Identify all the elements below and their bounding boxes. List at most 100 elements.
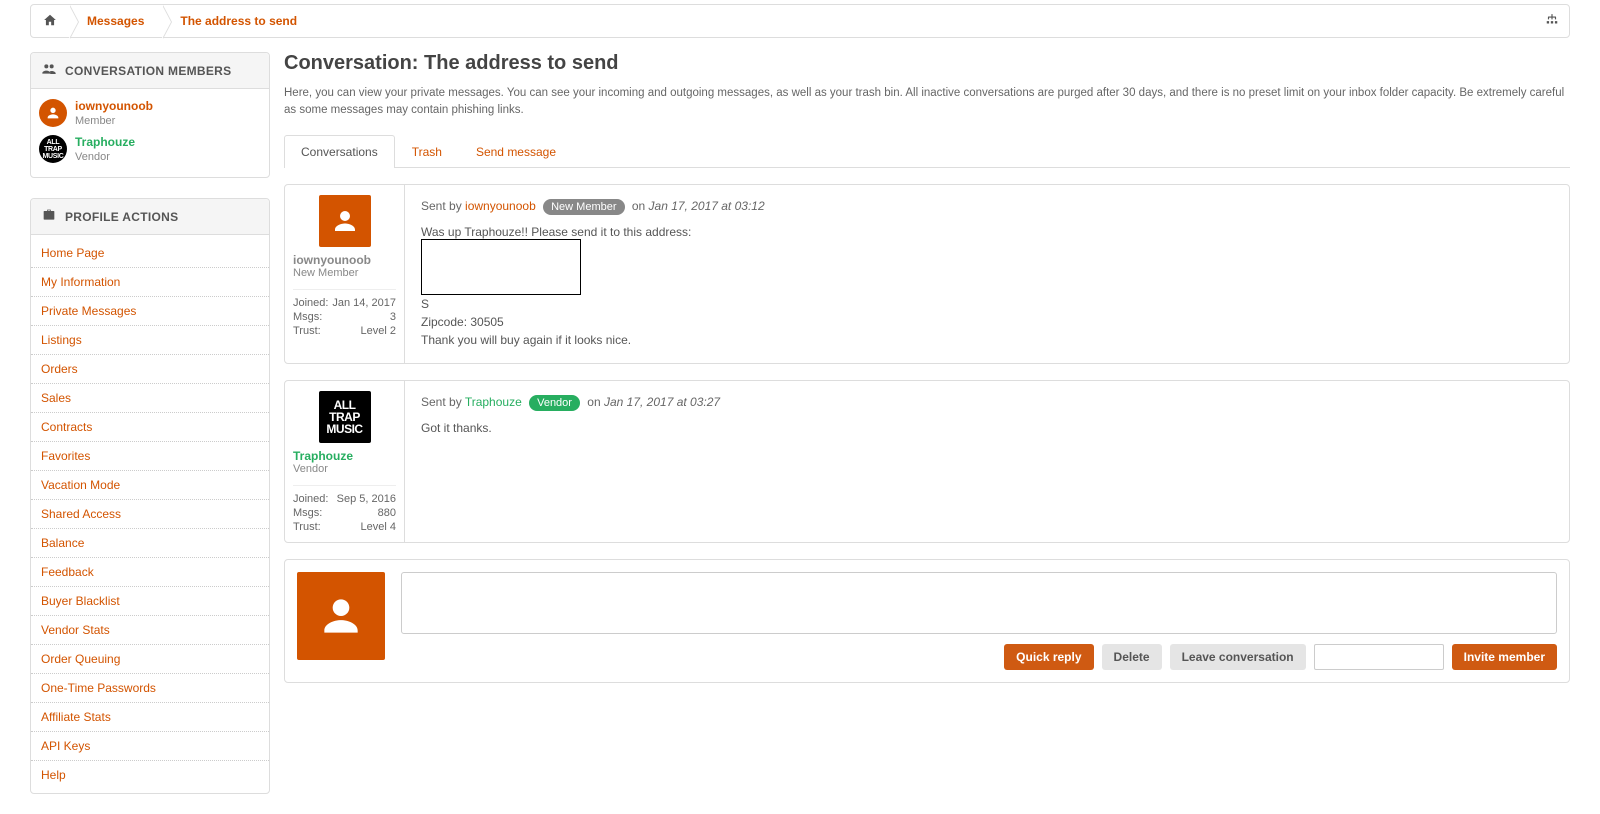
breadcrumb-item-current[interactable]: The address to send <box>162 5 315 37</box>
message-card: iownyounoob New Member Joined: Jan 14, 20… <box>284 184 1570 364</box>
member-name: iownyounoob <box>75 99 153 113</box>
member-role: Member <box>75 115 115 127</box>
stat-trust-label: Trust: <box>293 325 321 337</box>
panel-title-actions: PROFILE ACTIONS <box>65 210 178 224</box>
message-sender-link[interactable]: Traphouze <box>465 395 522 409</box>
breadcrumb-home[interactable] <box>31 5 69 37</box>
breadcrumb: Messages The address to send <box>31 5 315 37</box>
sidebar-item-vendor-stats[interactable]: Vendor Stats <box>31 616 269 645</box>
message-user-panel: iownyounoob New Member Joined: Jan 14, 20… <box>285 185 405 363</box>
message-sender-link[interactable]: iownyounoob <box>465 199 536 213</box>
message-card: ALLTRAPMUSIC Traphouze Vendor Joined: Sep… <box>284 380 1570 543</box>
tab-conversations[interactable]: Conversations <box>284 135 395 168</box>
sidebar-item-one-time-passwords[interactable]: One-Time Passwords <box>31 674 269 703</box>
member-name: Traphouze <box>75 135 135 149</box>
sidebar-item-order-queuing[interactable]: Order Queuing <box>31 645 269 674</box>
message-user-stats: Joined: Jan 14, 2017 Msgs: 3 Trust: Level 2 <box>293 289 396 338</box>
stat-trust-value: Level 4 <box>361 521 396 533</box>
sidebar-item-buyer-blacklist[interactable]: Buyer Blacklist <box>31 587 269 616</box>
panel-conversation-members: CONVERSATION MEMBERS iownyounoob Member … <box>30 52 270 178</box>
sidebar-item-listings[interactable]: Listings <box>31 326 269 355</box>
profile-actions-list: Home Page My Information Private Message… <box>31 235 269 793</box>
breadcrumb-bar: Messages The address to send <box>30 4 1570 38</box>
invite-member-button[interactable]: Invite member <box>1452 644 1557 670</box>
reply-panel: Quick reply Delete Leave conversation In… <box>284 559 1570 683</box>
message-text: Was up Traphouze!! Please send it to thi… <box>421 223 1553 349</box>
sidebar-item-balance[interactable]: Balance <box>31 529 269 558</box>
members-list: iownyounoob Member ALLTRAPMUSIC Traphouz… <box>31 89 269 177</box>
breadcrumb-item-messages[interactable]: Messages <box>69 5 162 37</box>
page-description: Here, you can view your private messages… <box>284 85 1570 118</box>
sidebar-item-orders[interactable]: Orders <box>31 355 269 384</box>
message-sent-line: Sent by iownyounoob New Member on Jan 17… <box>421 199 1553 215</box>
redaction-box <box>421 239 581 295</box>
stat-joined-value: Jan 14, 2017 <box>332 297 396 309</box>
message-user-stats: Joined: Sep 5, 2016 Msgs: 880 Trust: Level … <box>293 485 396 534</box>
member-row[interactable]: ALLTRAPMUSIC Traphouze Vendor <box>39 131 261 167</box>
stat-msgs-value: 3 <box>390 311 396 323</box>
message-sent-line: Sent by Traphouze Vendor on Jan 17, 2017… <box>421 395 1553 411</box>
invite-member-input[interactable] <box>1314 644 1444 670</box>
leave-conversation-button[interactable]: Leave conversation <box>1170 644 1306 670</box>
sidebar-item-api-keys[interactable]: API Keys <box>31 732 269 761</box>
delete-button[interactable]: Delete <box>1102 644 1162 670</box>
message-timestamp: Jan 17, 2017 at 03:12 <box>649 199 765 213</box>
stat-joined-value: Sep 5, 2016 <box>337 493 396 505</box>
sitemap-icon[interactable] <box>1545 13 1559 30</box>
message-user-role: New Member <box>293 267 396 279</box>
sidebar-item-vacation-mode[interactable]: Vacation Mode <box>31 471 269 500</box>
sidebar-item-feedback[interactable]: Feedback <box>31 558 269 587</box>
avatar-person-icon <box>39 99 67 127</box>
message-body: Sent by iownyounoob New Member on Jan 17… <box>405 185 1569 363</box>
stat-msgs-label: Msgs: <box>293 311 322 323</box>
sidebar: CONVERSATION MEMBERS iownyounoob Member … <box>30 52 270 814</box>
stat-trust-value: Level 2 <box>361 325 396 337</box>
stat-msgs-value: 880 <box>378 507 396 519</box>
message-username: iownyounoob <box>293 253 396 267</box>
stat-msgs-label: Msgs: <box>293 507 322 519</box>
message-body: Sent by Traphouze Vendor on Jan 17, 2017… <box>405 381 1569 542</box>
user-badge: New Member <box>543 199 624 215</box>
message-user-panel: ALLTRAPMUSIC Traphouze Vendor Joined: Sep… <box>285 381 405 542</box>
sidebar-item-private-messages[interactable]: Private Messages <box>31 297 269 326</box>
users-icon <box>41 61 57 80</box>
sidebar-item-shared-access[interactable]: Shared Access <box>31 500 269 529</box>
stat-joined-label: Joined: <box>293 493 328 505</box>
message-username: Traphouze <box>293 449 396 463</box>
sidebar-item-affiliate-stats[interactable]: Affiliate Stats <box>31 703 269 732</box>
panel-title-members: CONVERSATION MEMBERS <box>65 64 231 78</box>
panel-profile-actions: PROFILE ACTIONS Home Page My Information… <box>30 198 270 794</box>
page-title: Conversation: The address to send <box>284 52 1570 75</box>
avatar-person-icon <box>297 572 385 660</box>
stat-trust-label: Trust: <box>293 521 321 533</box>
tab-trash[interactable]: Trash <box>395 135 459 168</box>
message-text: Got it thanks. <box>421 419 1553 437</box>
stat-joined-label: Joined: <box>293 297 328 309</box>
avatar-person-icon <box>319 195 371 247</box>
sidebar-item-sales[interactable]: Sales <box>31 384 269 413</box>
member-row[interactable]: iownyounoob Member <box>39 95 261 131</box>
sidebar-item-home-page[interactable]: Home Page <box>31 239 269 268</box>
member-role: Vendor <box>75 151 110 163</box>
on-word: on <box>629 199 649 213</box>
tabs: Conversations Trash Send message <box>284 134 1570 168</box>
sent-by-prefix: Sent by <box>421 199 465 213</box>
sidebar-item-contracts[interactable]: Contracts <box>31 413 269 442</box>
sent-by-prefix: Sent by <box>421 395 465 409</box>
message-user-role: Vendor <box>293 463 396 475</box>
message-timestamp: Jan 17, 2017 at 03:27 <box>604 395 720 409</box>
panel-head-actions: PROFILE ACTIONS <box>31 199 269 235</box>
sidebar-item-my-information[interactable]: My Information <box>31 268 269 297</box>
reply-textarea[interactable] <box>401 572 1557 634</box>
user-badge: Vendor <box>529 395 580 411</box>
avatar-alltrap-icon: ALLTRAPMUSIC <box>319 391 371 443</box>
tab-send-message[interactable]: Send message <box>459 135 573 168</box>
sidebar-item-favorites[interactable]: Favorites <box>31 442 269 471</box>
on-word: on <box>584 395 604 409</box>
sidebar-item-help[interactable]: Help <box>31 761 269 789</box>
briefcase-icon <box>41 207 57 226</box>
panel-head-members: CONVERSATION MEMBERS <box>31 53 269 89</box>
home-icon <box>43 13 57 30</box>
main-content: Conversation: The address to send Here, … <box>284 52 1570 683</box>
quick-reply-button[interactable]: Quick reply <box>1004 644 1093 670</box>
